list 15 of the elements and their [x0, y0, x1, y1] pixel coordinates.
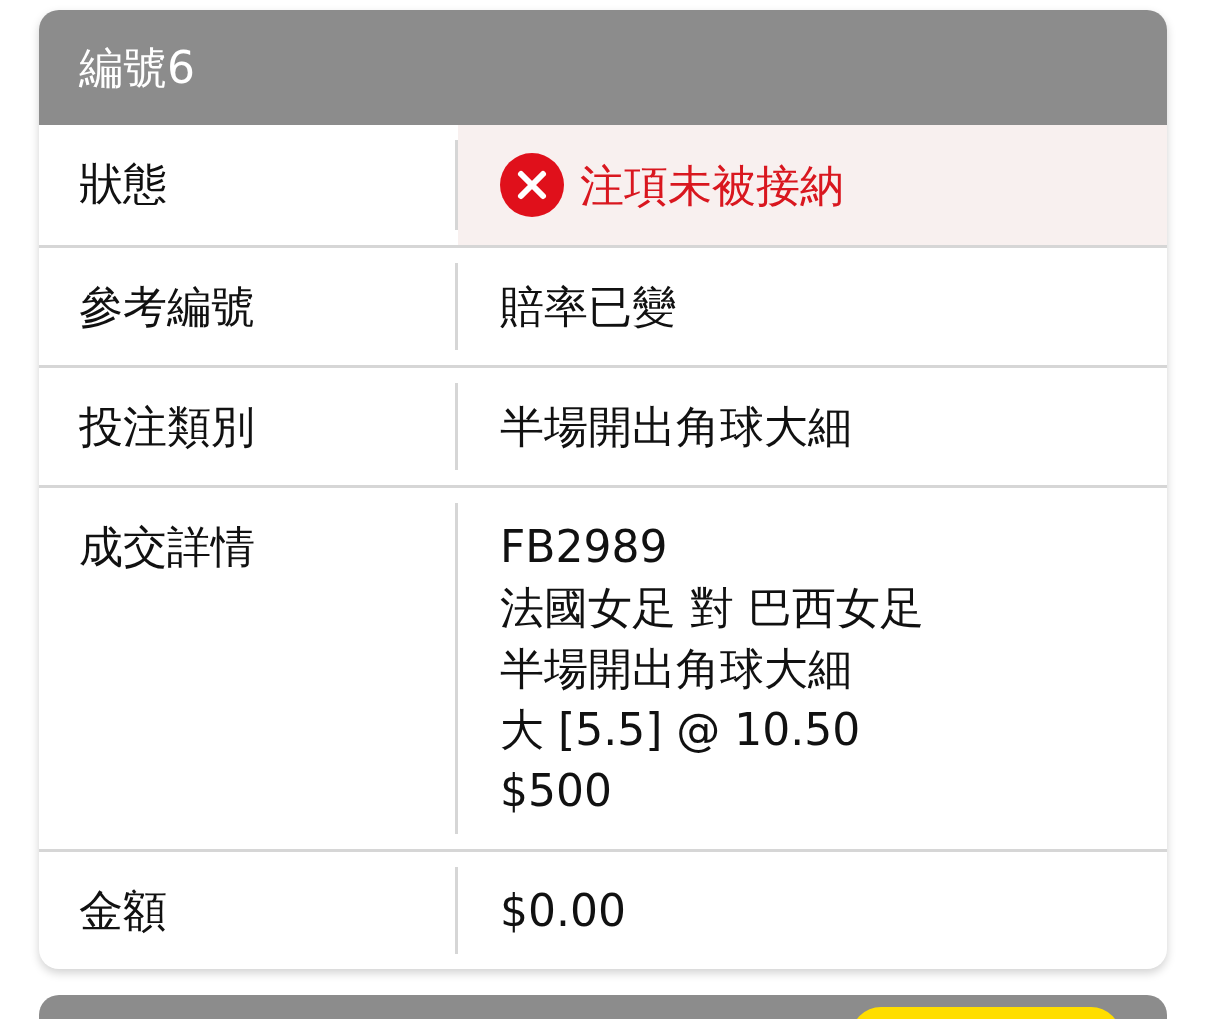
status-text: 注項未被接納: [580, 158, 844, 213]
row-label: 參考編號: [39, 248, 458, 365]
detail-line: 大 [5.5] @ 10.50: [500, 703, 862, 757]
row-label: 投注類別: [39, 368, 458, 485]
row-value: 半場開出角球大細: [499, 400, 853, 454]
detail-line: FB2989: [500, 520, 669, 574]
row-value: 賠率已變: [499, 280, 677, 334]
row-value: $0.00: [499, 884, 627, 938]
card-title: 編號6: [39, 10, 1167, 125]
detail-line: 法國女足 對 巴西女足: [500, 581, 925, 635]
row-label: 狀態: [39, 125, 458, 245]
row-label: 成交詳情: [39, 488, 458, 849]
detail-line: 半場開出角球大細: [500, 642, 853, 696]
detail-line: $500: [500, 764, 613, 818]
row-label: 金額: [39, 852, 458, 969]
